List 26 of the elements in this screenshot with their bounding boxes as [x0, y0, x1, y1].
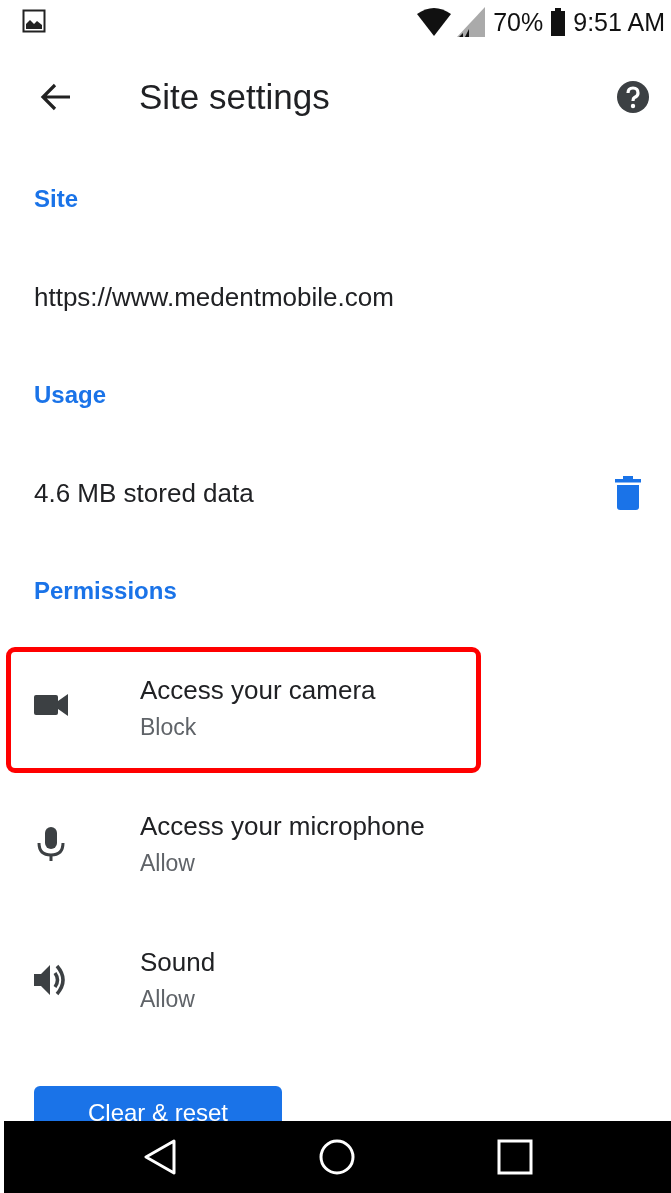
section-header: Usage	[34, 381, 107, 409]
site-url: https://www.medentmobile.com	[34, 281, 394, 313]
trash-icon[interactable]	[615, 476, 641, 510]
wifi-icon	[417, 8, 452, 36]
back-arrow-icon[interactable]	[40, 83, 72, 111]
permission-value: Block	[140, 714, 198, 741]
image-icon	[22, 9, 46, 33]
permission-title[interactable]: Access your microphone	[140, 811, 425, 842]
speaker-icon	[34, 963, 68, 997]
clock-time: 9:51 AM	[573, 7, 665, 37]
section-header: Site	[34, 185, 78, 213]
help-icon[interactable]	[617, 81, 649, 113]
permission-value: Allow	[140, 986, 196, 1013]
signal-icon	[457, 7, 486, 37]
permission-title[interactable]: Access your camera	[140, 675, 376, 706]
recents-square-icon[interactable]	[496, 1139, 533, 1175]
home-circle-icon[interactable]	[318, 1139, 355, 1175]
back-triangle-icon[interactable]	[142, 1139, 177, 1175]
clear-reset-button[interactable]: Clear & reset	[34, 1086, 282, 1123]
stored-data-label: 4.6 MB stored data	[34, 477, 254, 509]
battery-icon	[551, 8, 566, 36]
permission-title[interactable]: Sound	[140, 947, 216, 978]
page-title: Site settings	[139, 77, 330, 117]
section-header: Permissions	[34, 577, 177, 605]
battery-percentage: 70%	[493, 7, 544, 37]
permission-value: Allow	[140, 850, 196, 877]
